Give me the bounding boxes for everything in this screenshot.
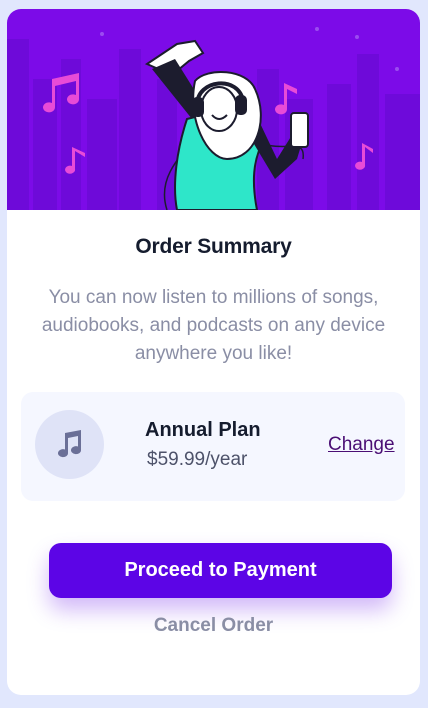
- music-note-icon: [35, 410, 104, 479]
- description-line: anywhere you like!: [134, 343, 293, 364]
- description-line: audiobooks, and podcasts on any device: [41, 315, 386, 336]
- change-plan-link[interactable]: Change: [328, 434, 395, 456]
- hero-illustration: [7, 9, 420, 210]
- plan-price: $59.99/year: [147, 449, 248, 470]
- plan-summary: Annual Plan $59.99/year Change: [21, 392, 405, 501]
- cancel-order-button[interactable]: Cancel Order: [7, 615, 420, 637]
- description-line: You can now listen to millions of songs,: [48, 287, 379, 308]
- order-summary-card: Order Summary You can now listen to mill…: [7, 9, 420, 695]
- plan-name: Annual Plan: [145, 419, 261, 441]
- page-title: Order Summary: [135, 235, 292, 258]
- proceed-to-payment-button[interactable]: Proceed to Payment: [49, 543, 392, 598]
- order-description: You can now listen to millions of songs,…: [7, 284, 420, 368]
